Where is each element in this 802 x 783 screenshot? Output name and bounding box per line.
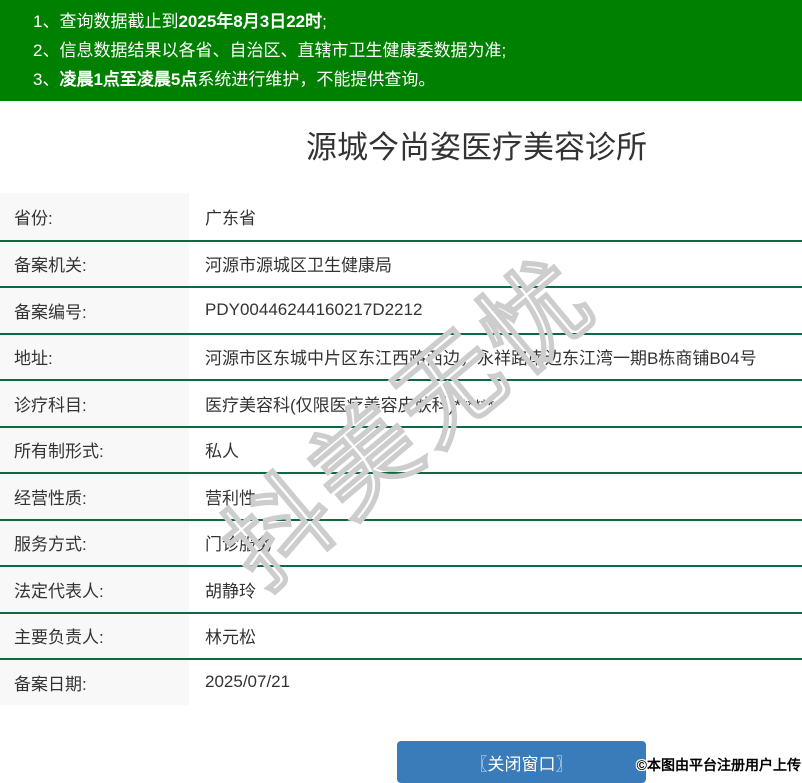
row-label: 所有制形式: [0,427,189,472]
table-row: 主要负责人: 林元松 [0,611,802,658]
row-value: 门诊服务 [205,535,273,555]
page-title: 源城今尚姿医疗美容诊所 [306,130,647,165]
notice-bold-text: 凌晨1点至凌晨5点 [59,70,198,89]
row-value: 河源市源城区卫生健康局 [205,256,392,276]
table-row: 备案机关: 河源市源城区卫生健康局 [0,239,802,286]
info-table: 省份: 广东省 备案机关: 河源市源城区卫生健康局 备案编号: PDY00446… [0,193,802,705]
table-row: 所有制形式: 私人 [0,425,802,472]
row-label: 法定代表人: [0,567,189,612]
table-row: 地址: 河源市区东城中片区东江西路西边，永祥路南边东江湾一期B栋商铺B04号 [0,332,802,379]
query-result-page: { "notice": { "bg_color": "#008000", "it… [0,0,802,783]
row-label: 省份: [0,193,189,240]
notice-text: ; [322,12,327,31]
row-label: 备案编号: [0,288,189,333]
row-value: 私人 [205,442,239,462]
notice-text: 系统进行维护，不能提供查询。 [197,70,436,89]
row-label: 地址: [0,334,189,379]
row-value: 广东省 [205,208,256,228]
table-row: 经营性质: 营利性 [0,472,802,519]
row-label: 诊疗科目: [0,381,189,426]
notice-text: 3、 [33,70,60,89]
notice-line-1: 1、查询数据截止到2025年8月3日22时; [33,7,802,36]
notice-text: 2、信息数据结果以各省、自治区、直辖市卫生健康委数据为准; [33,41,507,60]
row-label: 备案机关: [0,241,189,286]
row-value: PDY00446244160217D2212 [205,300,423,320]
row-value: 胡静玲 [205,581,256,601]
close-window-button[interactable]: 〖关闭窗口〗 [397,741,646,783]
table-row: 诊疗科目: 医疗美容科(仅限医疗美容皮肤科)****** [0,379,802,426]
row-value: 2025/07/21 [205,672,291,692]
notice-line-3: 3、凌晨1点至凌晨5点系统进行维护，不能提供查询。 [33,65,802,94]
notice-line-2: 2、信息数据结果以各省、自治区、直辖市卫生健康委数据为准; [33,36,802,65]
table-row: 备案编号: PDY00446244160217D2212 [0,286,802,333]
row-label: 备案日期: [0,660,189,705]
table-row: 省份: 广东省 [0,193,802,240]
row-value: 林元松 [205,628,256,648]
table-row: 法定代表人: 胡静玲 [0,565,802,612]
notice-bold-text: 2025年8月3日22时 [178,12,323,31]
row-label: 服务方式: [0,520,189,565]
table-row: 备案日期: 2025/07/21 [0,658,802,705]
row-value: 营利性 [205,488,256,508]
notice-banner: 1、查询数据截止到2025年8月3日22时; 2、信息数据结果以各省、自治区、直… [0,0,802,101]
row-value: 医疗美容科(仅限医疗美容皮肤科)****** [205,395,495,415]
row-label: 经营性质: [0,474,189,519]
notice-text: 1、查询数据截止到 [33,12,179,31]
row-value: 河源市区东城中片区东江西路西边，永祥路南边东江湾一期B栋商铺B04号 [205,349,757,369]
table-row: 服务方式: 门诊服务 [0,518,802,565]
row-label: 主要负责人: [0,613,189,658]
attribution-text: ©本图由平台注册用户上传 [636,757,801,773]
